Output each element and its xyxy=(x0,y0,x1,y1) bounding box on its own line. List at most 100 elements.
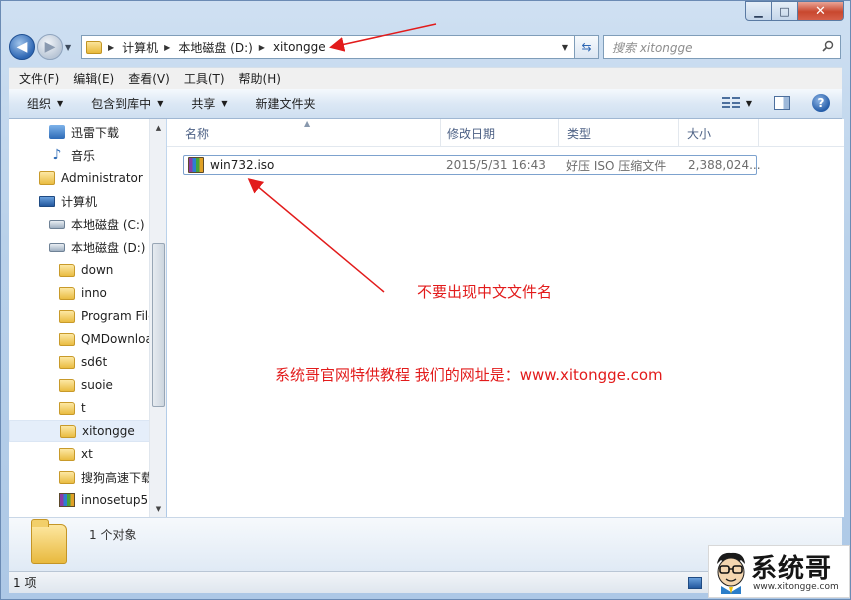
menu-file[interactable]: 文件(F) xyxy=(19,70,59,87)
close-button[interactable]: ✕ xyxy=(798,1,844,21)
tree-item-sd6t[interactable]: sd6t xyxy=(59,351,107,373)
nav-arrows: ◀ ▶ ▼ xyxy=(9,34,81,60)
menu-view[interactable]: 查看(V) xyxy=(128,70,170,87)
user-folder-icon xyxy=(39,171,55,185)
folder-icon xyxy=(86,40,102,54)
folder-icon xyxy=(59,355,75,369)
tree-item-label: sd6t xyxy=(81,355,108,369)
share-button[interactable]: 共享 ▼ xyxy=(191,95,227,112)
file-date: 2015/5/31 16:43 xyxy=(446,158,546,172)
minimize-button[interactable]: ▁ xyxy=(745,1,772,21)
include-library-label: 包含到库中 xyxy=(91,97,152,111)
chevron-down-icon: ▼ xyxy=(157,99,164,108)
search-icon[interactable] xyxy=(822,40,834,52)
menu-edit[interactable]: 编辑(E) xyxy=(73,70,114,87)
view-controls: ▼ ? xyxy=(721,94,830,112)
chevron-right-icon[interactable]: ▶ xyxy=(259,43,265,52)
column-header: ▲ 名称 修改日期 类型 大小 xyxy=(167,119,844,147)
tree-item-t[interactable]: t xyxy=(59,397,86,419)
tree-item-label: 搜狗高速下载 xyxy=(81,470,154,485)
share-label: 共享 xyxy=(191,97,216,111)
tree-item-computer[interactable]: 计算机 xyxy=(39,190,97,212)
folder-icon xyxy=(59,470,75,484)
tree-item-xt[interactable]: xt xyxy=(59,443,93,465)
back-button[interactable]: ◀ xyxy=(9,34,35,60)
tree-item-label: 音乐 xyxy=(71,148,96,163)
tree-item-xitongge[interactable]: xitongge xyxy=(9,420,151,442)
scroll-up-icon[interactable]: ▲ xyxy=(150,119,167,136)
site-logo: 系统哥 www.xitongge.com xyxy=(708,545,850,598)
object-count: 1 个对象 xyxy=(89,528,137,542)
tree-item-label: 计算机 xyxy=(61,194,98,209)
status-items: 1 项 xyxy=(13,576,37,590)
new-folder-button[interactable]: 新建文件夹 xyxy=(256,95,316,112)
disk-c-icon xyxy=(49,219,65,229)
tree-item-administrator[interactable]: Administrator xyxy=(39,167,143,189)
view-options-icon[interactable] xyxy=(721,97,740,109)
maximize-button[interactable]: □ xyxy=(772,1,798,21)
column-date[interactable]: 修改日期 xyxy=(439,119,559,147)
scroll-thumb[interactable] xyxy=(152,243,165,407)
computer-icon xyxy=(39,195,55,207)
menu-tools[interactable]: 工具(T) xyxy=(184,70,225,87)
breadcrumb-xitongge[interactable]: xitongge xyxy=(273,40,326,54)
explorer-window: ▁ □ ✕ ◀ ▶ ▼ ▶ 计算机 ▶ 本地磁盘 (D:) ▶ xitongge… xyxy=(0,0,851,600)
nav-scrollbar[interactable]: ▲ ▼ xyxy=(149,119,166,517)
recent-pages-chevron-icon[interactable]: ▼ xyxy=(65,43,71,52)
column-name[interactable]: 名称 xyxy=(177,119,441,147)
folder-icon xyxy=(59,332,75,346)
tree-item-program-files[interactable]: Program Files xyxy=(59,305,162,327)
breadcrumb-disk-d[interactable]: 本地磁盘 (D:) xyxy=(178,39,252,56)
tree-item-label: xt xyxy=(81,447,93,461)
organize-label: 组织 xyxy=(27,97,52,111)
tree-item-label: suoie xyxy=(81,378,113,392)
tree-item-inno[interactable]: inno xyxy=(59,282,107,304)
tree-item-label: down xyxy=(81,263,114,277)
tree-item-disk-c[interactable]: 本地磁盘 (C:) xyxy=(49,213,145,235)
tree-item-suoie[interactable]: suoie xyxy=(59,374,113,396)
search-placeholder: 搜索 xitongge xyxy=(612,40,693,55)
folder-icon xyxy=(60,424,76,438)
mascot-icon xyxy=(717,552,745,594)
menu-help[interactable]: 帮助(H) xyxy=(239,70,281,87)
music-icon: ♪ xyxy=(52,147,62,163)
file-name-cell: win732.iso xyxy=(188,156,274,174)
annotation-note-1: 不要出现中文文件名 xyxy=(417,283,553,301)
archive-icon xyxy=(188,157,204,173)
help-icon[interactable]: ? xyxy=(812,94,830,112)
chevron-right-icon[interactable]: ▶ xyxy=(164,43,170,52)
tree-item-xunlei[interactable]: 迅雷下载 xyxy=(49,121,119,143)
scroll-down-icon[interactable]: ▼ xyxy=(150,500,167,517)
tree-item-innosetup[interactable]: innosetup55 xyxy=(59,489,156,511)
column-size[interactable]: 大小 xyxy=(679,119,759,147)
tree-item-qmdownload[interactable]: QMDownload xyxy=(59,328,160,350)
search-input[interactable]: 搜索 xitongge xyxy=(603,35,841,59)
preview-pane-icon[interactable] xyxy=(774,96,790,110)
chevron-down-icon: ▼ xyxy=(221,99,228,108)
include-library-button[interactable]: 包含到库中 ▼ xyxy=(91,95,163,112)
refresh-button[interactable]: ⇆ xyxy=(575,35,599,59)
tree-item-label: 迅雷下载 xyxy=(71,125,120,140)
organize-button[interactable]: 组织 ▼ xyxy=(27,95,63,112)
address-dropdown-icon[interactable]: ▼ xyxy=(562,43,568,52)
file-row[interactable]: win732.iso 2015/5/31 16:43 好压 ISO 压缩文件 2… xyxy=(183,155,761,175)
breadcrumb-computer[interactable]: 计算机 xyxy=(122,39,158,56)
tree-item-disk-d[interactable]: 本地磁盘 (D:) xyxy=(49,236,145,258)
chevron-down-icon: ▼ xyxy=(57,99,64,108)
address-bar[interactable]: ▶ 计算机 ▶ 本地磁盘 (D:) ▶ xitongge ▼ xyxy=(81,35,575,59)
disk-icon xyxy=(49,242,65,252)
tree-item-sogou[interactable]: 搜狗高速下载 xyxy=(59,466,153,488)
tree-item-music[interactable]: ♪ 音乐 xyxy=(49,144,95,166)
folder-icon xyxy=(59,401,75,415)
logo-text: 系统哥 xyxy=(751,554,833,584)
column-type[interactable]: 类型 xyxy=(559,119,679,147)
logo-url: www.xitongge.com xyxy=(753,582,839,592)
file-size: 2,388,024... xyxy=(688,158,761,172)
tree-item-label: 本地磁盘 (C:) xyxy=(71,217,145,232)
folder-icon xyxy=(59,309,75,323)
chevron-right-icon[interactable]: ▶ xyxy=(108,43,114,52)
view-chevron-down-icon[interactable]: ▼ xyxy=(746,99,752,108)
tree-item-down[interactable]: down xyxy=(59,259,113,281)
forward-button[interactable]: ▶ xyxy=(37,34,63,60)
file-list-pane: ▲ 名称 修改日期 类型 大小 win732.iso 2015/5/31 16:… xyxy=(167,119,844,517)
